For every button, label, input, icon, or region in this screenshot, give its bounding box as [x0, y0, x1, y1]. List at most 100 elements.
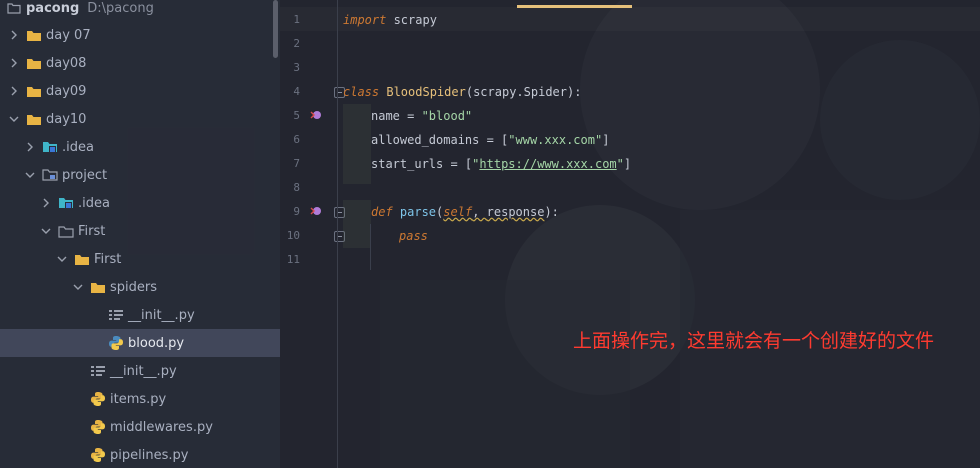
code-text: start_urls = [	[371, 157, 473, 171]
folder-icon	[6, 0, 22, 16]
line-number: 9	[293, 205, 300, 218]
tree-item-project-idea[interactable]: .idea	[0, 189, 280, 217]
indent-guide	[370, 224, 371, 270]
class-name: BloodSpider	[386, 85, 466, 99]
keyword: import	[343, 13, 387, 27]
tree-item-label: __init__.py	[110, 363, 177, 379]
code-line-6: allowed_domains = ["www.xxx.com"]	[371, 130, 609, 150]
folder-icon	[74, 251, 90, 267]
tree-item-label: .idea	[62, 139, 94, 155]
tree-item-day10[interactable]: day10	[0, 105, 280, 133]
chevron-down-icon[interactable]	[56, 253, 68, 265]
chevron-right-icon[interactable]	[40, 197, 52, 209]
code-text: ]	[602, 133, 610, 147]
chevron-right-icon[interactable]	[8, 29, 20, 41]
tree-item-label: blood.py	[128, 335, 185, 351]
keyword: pass	[399, 229, 428, 243]
tree-item-label: day09	[46, 83, 87, 99]
param-name: response	[486, 205, 545, 219]
active-tab-indicator	[517, 5, 632, 8]
tree-item-label: pipelines.py	[110, 447, 189, 463]
idea-folder-icon	[58, 195, 74, 211]
tree-item-label: .idea	[78, 195, 110, 211]
code-text: scrapy	[386, 13, 437, 27]
tree-item-spiders-init[interactable]: __init__.py	[0, 301, 280, 329]
code-line-1: import scrapy	[343, 10, 437, 30]
code-text: (scrapy.Spider):	[465, 85, 582, 99]
tree-item-label: day08	[46, 55, 87, 71]
tree-item-day08[interactable]: day08	[0, 49, 280, 77]
url-link[interactable]: https://www.xxx.com	[479, 157, 616, 171]
init-file-icon	[90, 363, 106, 379]
code-line-5: name = "blood"	[371, 106, 472, 126]
tree-item-first-inner[interactable]: First	[0, 245, 280, 273]
folder-outline-icon	[58, 223, 74, 239]
python-file-icon	[90, 419, 106, 435]
line-number: 4	[293, 85, 300, 98]
tree-item-label: day 07	[46, 27, 91, 43]
line-number: 11	[286, 253, 300, 266]
tree-item-pipelines-py[interactable]: pipelines.py	[0, 441, 280, 468]
tree-item-day09[interactable]: day09	[0, 77, 280, 105]
indent-highlight	[343, 200, 371, 248]
chevron-down-icon[interactable]	[72, 281, 84, 293]
tree-item-label: project	[62, 167, 108, 183]
override-marker-icon[interactable]	[310, 205, 322, 217]
code-editor[interactable]: 1 2 3 4 5 6 7 8 9 10 11 import scrapy cl…	[280, 0, 980, 468]
tree-item-label: day10	[46, 111, 87, 127]
line-number: 3	[293, 61, 300, 74]
line-number: 6	[293, 133, 300, 146]
tree-item-first-outer[interactable]: First	[0, 217, 280, 245]
chevron-down-icon[interactable]	[24, 169, 36, 181]
tree-item-spiders[interactable]: spiders	[0, 273, 280, 301]
keyword: class	[343, 85, 380, 99]
line-number: 2	[293, 37, 300, 50]
override-marker-icon[interactable]	[310, 109, 322, 121]
chevron-down-icon[interactable]	[8, 113, 20, 125]
tree-item-day07[interactable]: day 07	[0, 21, 280, 49]
module-folder-icon	[42, 167, 58, 183]
tree-item-idea[interactable]: .idea	[0, 133, 280, 161]
code-text: ,	[472, 205, 487, 219]
tree-item-middlewares-py[interactable]: middlewares.py	[0, 413, 280, 441]
tree-root-pacong[interactable]: pacong D:\pacong	[0, 0, 280, 22]
chevron-down-icon[interactable]	[40, 225, 52, 237]
gutter-divider	[337, 0, 338, 468]
code-line-4: class BloodSpider(scrapy.Spider):	[343, 82, 581, 102]
code-line-10: pass	[399, 226, 428, 246]
folder-icon	[26, 27, 42, 43]
python-file-icon	[90, 447, 106, 463]
keyword: def	[371, 205, 393, 219]
line-number: 7	[293, 157, 300, 170]
project-tree: pacong D:\pacong day 07 day08 day09 day1…	[0, 0, 280, 468]
code-text: name =	[371, 109, 422, 123]
folder-icon	[26, 111, 42, 127]
string-literal: "blood"	[421, 109, 473, 123]
code-text: ]	[623, 157, 632, 171]
chevron-right-icon[interactable]	[8, 85, 20, 97]
tree-item-label: middlewares.py	[110, 419, 213, 435]
python-file-icon	[90, 391, 106, 407]
line-number: 1	[293, 13, 300, 26]
chevron-right-icon[interactable]	[8, 57, 20, 69]
python-file-icon	[108, 335, 124, 351]
tree-item-project[interactable]: project	[0, 161, 280, 189]
tree-item-blood-py[interactable]: blood.py	[0, 329, 280, 357]
chevron-right-icon[interactable]	[24, 141, 36, 153]
line-number: 10	[286, 229, 300, 242]
init-file-icon	[108, 307, 124, 323]
tree-item-label: __init__.py	[128, 307, 195, 323]
tree-item-label: items.py	[110, 391, 167, 407]
function-name: parse	[392, 205, 437, 219]
self-param: self	[443, 205, 473, 219]
tree-item-items-py[interactable]: items.py	[0, 385, 280, 413]
annotation-text: 上面操作完，这里就会有一个创建好的文件	[573, 330, 935, 352]
line-number: 8	[293, 181, 300, 194]
string-literal: "www.xxx.com"	[508, 133, 603, 147]
code-line-7: start_urls = ["https://www.xxx.com"]	[371, 154, 631, 174]
tree-item-label: spiders	[110, 279, 158, 295]
line-number-gutter: 1 2 3 4 5 6 7 8 9 10 11	[280, 0, 345, 468]
string-literal: "	[616, 157, 624, 171]
root-folder-path: D:\pacong	[87, 0, 154, 16]
tree-item-first-init[interactable]: __init__.py	[0, 357, 280, 385]
